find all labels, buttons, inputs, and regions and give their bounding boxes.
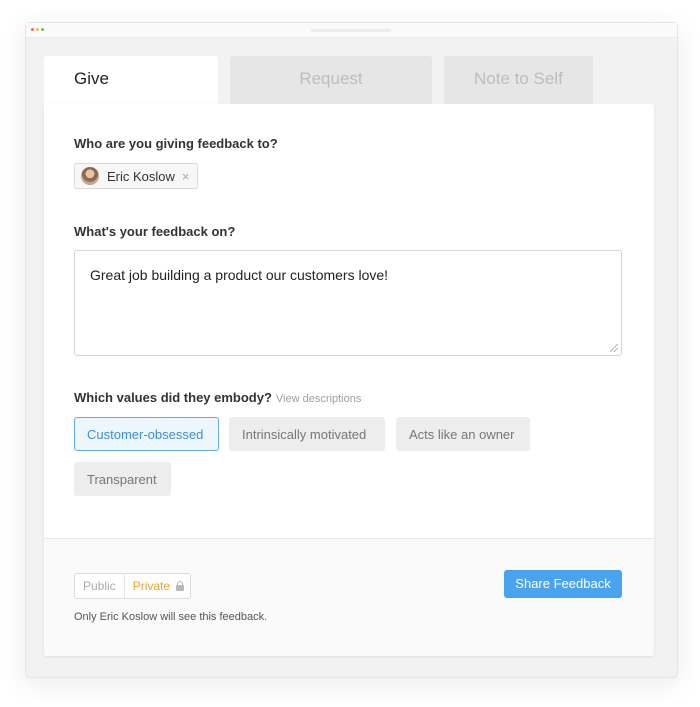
visibility-note: Only Eric Koslow will see this feedback. (74, 611, 268, 623)
visibility-toggle: Public Private (74, 573, 192, 599)
address-bar (311, 29, 391, 32)
value-customer-obsessed[interactable]: Customer-obsessed (74, 417, 219, 451)
public-option[interactable]: Public (75, 574, 125, 598)
resize-grip-icon[interactable] (610, 344, 618, 352)
recipient-chip[interactable]: Eric Koslow × (74, 163, 198, 189)
values-label: Which values did they embody? View descri… (74, 390, 361, 405)
private-option-label: Private (132, 579, 171, 593)
maximize-dot-icon[interactable] (41, 28, 44, 31)
feedback-label: What's your feedback on? (74, 224, 236, 239)
app-window: Give Feedback Request Feedback Note to S… (25, 22, 678, 678)
close-dot-icon[interactable] (31, 28, 34, 31)
value-transparent[interactable]: Transparent (74, 462, 171, 496)
recipient-name: Eric Koslow (107, 168, 175, 184)
tab-request-feedback[interactable]: Request Feedback (230, 56, 432, 134)
avatar (81, 167, 99, 185)
lock-icon (176, 581, 185, 591)
private-option[interactable]: Private (125, 574, 190, 598)
feedback-textarea[interactable]: Great job building a product our custome… (74, 250, 622, 356)
window-controls (31, 28, 44, 31)
view-descriptions-link[interactable]: View descriptions (276, 393, 361, 405)
feedback-text: Great job building a product our custome… (90, 267, 389, 283)
title-bar (26, 23, 677, 38)
minimize-dot-icon[interactable] (36, 28, 39, 31)
value-acts-like-an-owner[interactable]: Acts like an owner (396, 417, 530, 451)
tab-give-feedback[interactable]: Give Feedback (44, 56, 218, 134)
tab-note-to-self[interactable]: Note to Self (444, 56, 593, 104)
recipient-label: Who are you giving feedback to? (74, 136, 278, 151)
value-intrinsically-motivated[interactable]: Intrinsically motivated (229, 417, 385, 451)
share-feedback-button[interactable]: Share Feedback (504, 570, 622, 598)
feedback-tabs: Give Feedback Request Feedback Note to S… (44, 56, 593, 134)
feedback-card: Who are you giving feedback to? Eric Kos… (44, 104, 654, 656)
values-label-text: Which values did they embody? (74, 390, 272, 405)
close-icon[interactable]: × (182, 169, 190, 184)
divider (44, 538, 654, 539)
